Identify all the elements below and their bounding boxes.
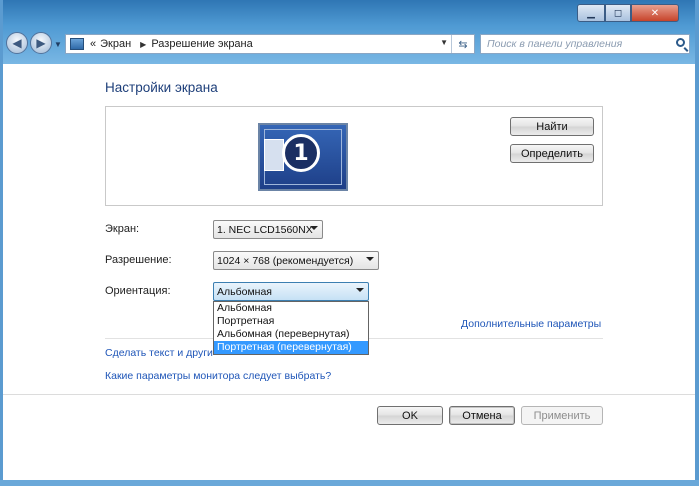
text-size-link[interactable]: Сделать текст и други [105, 347, 213, 359]
arrow-left-icon: ◀ [12, 36, 22, 50]
page-title: Настройки экрана [105, 80, 218, 95]
orientation-label: Ориентация: [105, 285, 171, 297]
close-button[interactable]: ✕ [631, 4, 679, 22]
screen-select[interactable]: 1. NEC LCD1560NX [213, 220, 323, 239]
back-button[interactable]: ◀ [6, 32, 28, 54]
identify-button[interactable]: Определить [510, 144, 594, 163]
orientation-option[interactable]: Альбомная [214, 302, 368, 315]
arrow-right-icon: ▶ [36, 36, 46, 50]
refresh-button[interactable]: ⇆ [451, 35, 474, 53]
which-settings-link[interactable]: Какие параметры монитора следует выбрать… [105, 370, 331, 382]
minimize-button[interactable]: ▁ [577, 4, 605, 22]
monitor-preview-panel: 1 Найти Определить [105, 106, 603, 206]
orientation-select[interactable]: Альбомная [213, 282, 369, 301]
address-history-dropdown[interactable]: ▼ [440, 38, 448, 47]
content-area: Настройки экрана 1 Найти Определить Экра… [3, 64, 695, 480]
caption-buttons: ▁ ◻ ✕ [577, 4, 681, 22]
breadcrumb-item-screen[interactable]: Экран [100, 38, 131, 50]
orientation-option[interactable]: Портретная [214, 315, 368, 328]
advanced-settings-link[interactable]: Дополнительные параметры [461, 318, 601, 330]
resolution-select-value: 1024 × 768 (рекомендуется) [217, 254, 354, 267]
dropdown-arrow-icon [310, 226, 318, 230]
monitor-number-badge: 1 [282, 134, 320, 172]
refresh-icon: ⇆ [458, 38, 468, 51]
monitor-wallpaper-graphic [264, 139, 284, 171]
footer-divider [3, 394, 695, 395]
screen-select-value: 1. NEC LCD1560NX [217, 223, 313, 236]
apply-button[interactable]: Применить [521, 406, 603, 425]
ok-button[interactable]: OK [377, 406, 443, 425]
recent-pages-dropdown[interactable]: ▼ [54, 40, 62, 49]
orientation-select-value: Альбомная [217, 285, 272, 298]
resolution-label: Разрешение: [105, 254, 172, 266]
dropdown-arrow-icon [366, 257, 374, 261]
breadcrumb-overflow-chevron[interactable]: « [90, 38, 96, 50]
search-box[interactable]: Поиск в панели управления [480, 34, 690, 54]
orientation-option-highlighted[interactable]: Портретная (перевернутая) [214, 341, 368, 354]
control-panel-icon [70, 38, 84, 50]
resolution-select[interactable]: 1024 × 768 (рекомендуется) [213, 251, 379, 270]
window-border-right [695, 0, 699, 486]
forward-button[interactable]: ▶ [30, 32, 52, 54]
monitor-1-thumbnail[interactable]: 1 [258, 123, 348, 191]
find-button[interactable]: Найти [510, 117, 594, 136]
window-border-bottom [0, 480, 699, 486]
screen-label: Экран: [105, 223, 140, 235]
address-bar[interactable]: « Экран ▶ Разрешение экрана ▼ ⇆ [65, 34, 475, 54]
maximize-button[interactable]: ◻ [605, 4, 631, 22]
search-placeholder: Поиск в панели управления [487, 38, 623, 50]
orientation-option[interactable]: Альбомная (перевернутая) [214, 328, 368, 341]
cancel-button[interactable]: Отмена [449, 406, 515, 425]
search-icon[interactable] [676, 38, 685, 47]
orientation-dropdown-list: Альбомная Портретная Альбомная (переверн… [213, 301, 369, 355]
breadcrumb-item-resolution[interactable]: Разрешение экрана [151, 38, 252, 50]
breadcrumb-separator-icon[interactable]: ▶ [140, 40, 146, 49]
dropdown-arrow-icon [356, 288, 364, 292]
